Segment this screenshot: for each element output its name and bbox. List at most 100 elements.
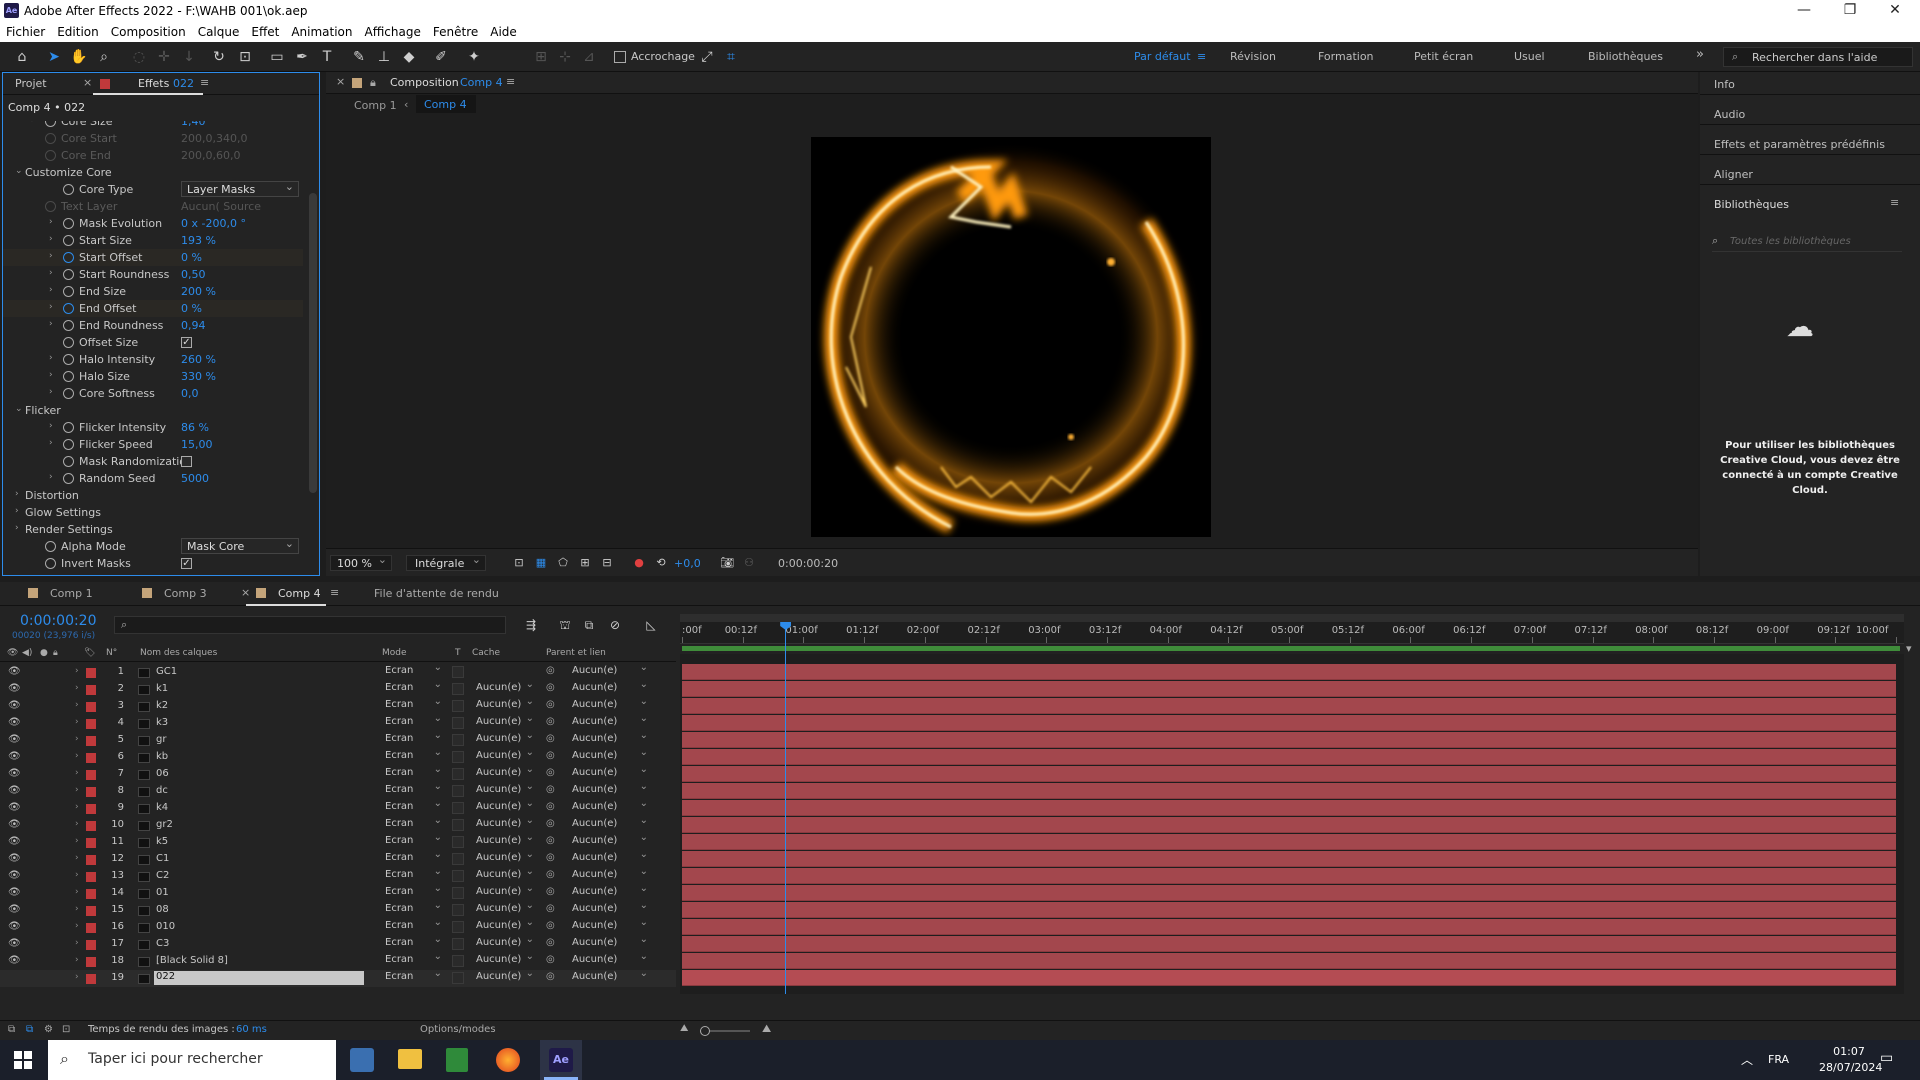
layer-row[interactable]: 👁︎ › 6 kb Ecran Aucun(e) ◎ Aucun(e) bbox=[0, 747, 676, 766]
breadcrumb-comp1[interactable]: Comp 1 bbox=[354, 99, 397, 112]
layer-row[interactable]: 👁︎ › 7 06 Ecran Aucun(e) ◎ Aucun(e) bbox=[0, 764, 676, 783]
composition-viewer[interactable] bbox=[811, 137, 1211, 537]
color-channels-icon[interactable]: ● bbox=[630, 554, 648, 572]
twirl-closed-icon[interactable]: › bbox=[49, 472, 53, 482]
workspace-libraries[interactable]: Bibliothèques bbox=[1588, 50, 1663, 63]
layer-row[interactable]: 👁︎ › 3 k2 Ecran Aucun(e) ◎ Aucun(e) bbox=[0, 696, 676, 715]
layer-twirl-icon[interactable]: › bbox=[75, 734, 79, 744]
track-matte-dropdown[interactable]: Aucun(e) bbox=[470, 679, 538, 696]
track-matte-toggle[interactable] bbox=[452, 768, 464, 780]
layer-twirl-icon[interactable]: › bbox=[75, 683, 79, 693]
workspace-menu-icon[interactable]: ≡ bbox=[1197, 50, 1206, 63]
layer-label-color[interactable] bbox=[86, 668, 96, 678]
blend-mode-dropdown[interactable]: Ecran bbox=[380, 798, 446, 815]
task-view-app-icon[interactable] bbox=[350, 1048, 374, 1072]
layer-row[interactable]: 👁︎ › 16 010 Ecran Aucun(e) ◎ Aucun(e) bbox=[0, 917, 676, 936]
layer-label-color[interactable] bbox=[86, 685, 96, 695]
twirl-open-icon[interactable]: ⌄ bbox=[15, 404, 23, 414]
layer-name[interactable]: 06 bbox=[156, 768, 169, 779]
layer-name[interactable]: GC1 bbox=[156, 666, 177, 677]
local-axis-icon[interactable]: ⊞ bbox=[532, 48, 550, 66]
file-explorer-icon[interactable] bbox=[398, 1049, 422, 1069]
layer-name[interactable]: 022 bbox=[154, 971, 364, 985]
panel-align[interactable]: Aligner bbox=[1714, 168, 1753, 181]
track-matte-toggle[interactable] bbox=[452, 870, 464, 882]
notifications-icon[interactable]: ▭ bbox=[1880, 1050, 1893, 1066]
timeline-zoom-slider[interactable] bbox=[700, 1026, 750, 1036]
twirl-closed-icon[interactable]: › bbox=[49, 285, 53, 295]
layer-row[interactable]: 👁︎ › 5 gr Ecran Aucun(e) ◎ Aucun(e) bbox=[0, 730, 676, 749]
blend-mode-dropdown[interactable]: Ecran bbox=[380, 679, 446, 696]
track-matte-toggle[interactable] bbox=[452, 666, 464, 678]
layer-name[interactable]: k2 bbox=[156, 700, 168, 711]
libraries-menu-icon[interactable]: ≡ bbox=[1890, 196, 1899, 209]
effect-property-value[interactable]: 86 % bbox=[181, 421, 209, 434]
parent-dropdown[interactable]: Aucun(e) bbox=[562, 781, 652, 798]
visibility-toggle-icon[interactable]: 👁︎ bbox=[8, 785, 21, 796]
layer-duration-bar[interactable] bbox=[682, 715, 1896, 731]
parent-pickwhip-icon[interactable]: ◎ bbox=[546, 750, 555, 761]
panel-effects-presets[interactable]: Effets et paramètres prédéfinis bbox=[1714, 138, 1885, 151]
track-matte-toggle[interactable] bbox=[452, 904, 464, 916]
layer-name[interactable]: gr2 bbox=[156, 819, 173, 830]
rotate-tool-icon[interactable]: ↻ bbox=[210, 48, 228, 66]
track-matte-toggle[interactable] bbox=[452, 751, 464, 763]
effect-row[interactable]: › Start Offset 0 % bbox=[3, 249, 303, 266]
layer-row[interactable]: › 19 022 Ecran Aucun(e) ◎ Aucun(e) bbox=[0, 968, 676, 987]
effect-row[interactable]: › Flicker Intensity 86 % bbox=[3, 419, 303, 436]
track-matte-toggle[interactable] bbox=[452, 853, 464, 865]
zoom-out-icon[interactable]: ⛰ bbox=[680, 1023, 688, 1034]
effect-property-value[interactable]: 0 % bbox=[181, 251, 202, 264]
blend-mode-dropdown[interactable]: Ecran bbox=[380, 866, 446, 883]
effect-property-value[interactable]: 330 % bbox=[181, 370, 216, 383]
layer-name[interactable]: [Black Solid 8] bbox=[156, 955, 228, 966]
parent-dropdown[interactable]: Aucun(e) bbox=[562, 917, 652, 934]
layer-duration-bar[interactable] bbox=[682, 970, 1896, 986]
zoom-in-icon[interactable]: ⛰ bbox=[762, 1022, 771, 1036]
stopwatch-icon[interactable] bbox=[63, 422, 74, 433]
layer-row[interactable]: 👁︎ › 2 k1 Ecran Aucun(e) ◎ Aucun(e) bbox=[0, 679, 676, 698]
stopwatch-icon[interactable] bbox=[45, 558, 56, 569]
layer-twirl-icon[interactable]: › bbox=[75, 802, 79, 812]
parent-pickwhip-icon[interactable]: ◎ bbox=[546, 784, 555, 795]
parent-dropdown[interactable]: Aucun(e) bbox=[562, 696, 652, 713]
visibility-toggle-icon[interactable]: 👁︎ bbox=[8, 819, 21, 830]
effect-property-dropdown[interactable]: Mask Core bbox=[181, 537, 299, 554]
layer-name[interactable]: 010 bbox=[156, 921, 175, 932]
visibility-toggle-icon[interactable]: 👁︎ bbox=[8, 683, 21, 694]
effect-property-value[interactable]: 200 % bbox=[181, 285, 216, 298]
layer-duration-bar[interactable] bbox=[682, 664, 1896, 680]
layer-label-color[interactable] bbox=[86, 702, 96, 712]
tab-effects[interactable]: Effets bbox=[138, 77, 169, 90]
layer-name[interactable]: 01 bbox=[156, 887, 169, 898]
layer-twirl-icon[interactable]: › bbox=[75, 751, 79, 761]
menu-calque[interactable]: Calque bbox=[192, 22, 246, 39]
layer-label-color[interactable] bbox=[86, 736, 96, 746]
menu-affichage[interactable]: Affichage bbox=[359, 22, 427, 39]
layer-twirl-icon[interactable]: › bbox=[75, 904, 79, 914]
effect-property-value[interactable]: 200,0,60,0 bbox=[181, 149, 240, 162]
visibility-toggle-icon[interactable]: 👁︎ bbox=[8, 751, 21, 762]
snapping-checkbox[interactable] bbox=[614, 51, 626, 63]
blend-mode-dropdown[interactable]: Ecran bbox=[380, 900, 446, 917]
layer-duration-bar[interactable] bbox=[682, 732, 1896, 748]
stopwatch-icon[interactable] bbox=[63, 269, 74, 280]
track-matte-dropdown[interactable]: Aucun(e) bbox=[470, 730, 538, 747]
layer-name[interactable]: k3 bbox=[156, 717, 168, 728]
layer-label-color[interactable] bbox=[86, 719, 96, 729]
parent-pickwhip-icon[interactable]: ◎ bbox=[546, 886, 555, 897]
effect-property-value[interactable]: Aucun( Source bbox=[181, 200, 261, 213]
snap-feature-icon[interactable]: ⌗ bbox=[722, 48, 740, 66]
language-indicator[interactable]: FRA bbox=[1768, 1053, 1789, 1066]
effects-scrollbar[interactable] bbox=[309, 193, 317, 493]
toggle-layer-switches-icon[interactable]: ⧉ bbox=[8, 1024, 15, 1035]
layer-duration-bar[interactable] bbox=[682, 851, 1896, 867]
layer-name[interactable]: kb bbox=[156, 751, 168, 762]
layer-label-color[interactable] bbox=[86, 804, 96, 814]
effect-property-dropdown[interactable]: Layer Masks bbox=[181, 180, 299, 197]
workspace-revision[interactable]: Révision bbox=[1230, 50, 1276, 63]
parent-pickwhip-icon[interactable]: ◎ bbox=[546, 733, 555, 744]
anchor-tool-icon[interactable]: ⊡ bbox=[236, 48, 254, 66]
menu-effet[interactable]: Effet bbox=[245, 22, 285, 39]
layer-search-input[interactable]: ⌕ bbox=[114, 616, 506, 634]
